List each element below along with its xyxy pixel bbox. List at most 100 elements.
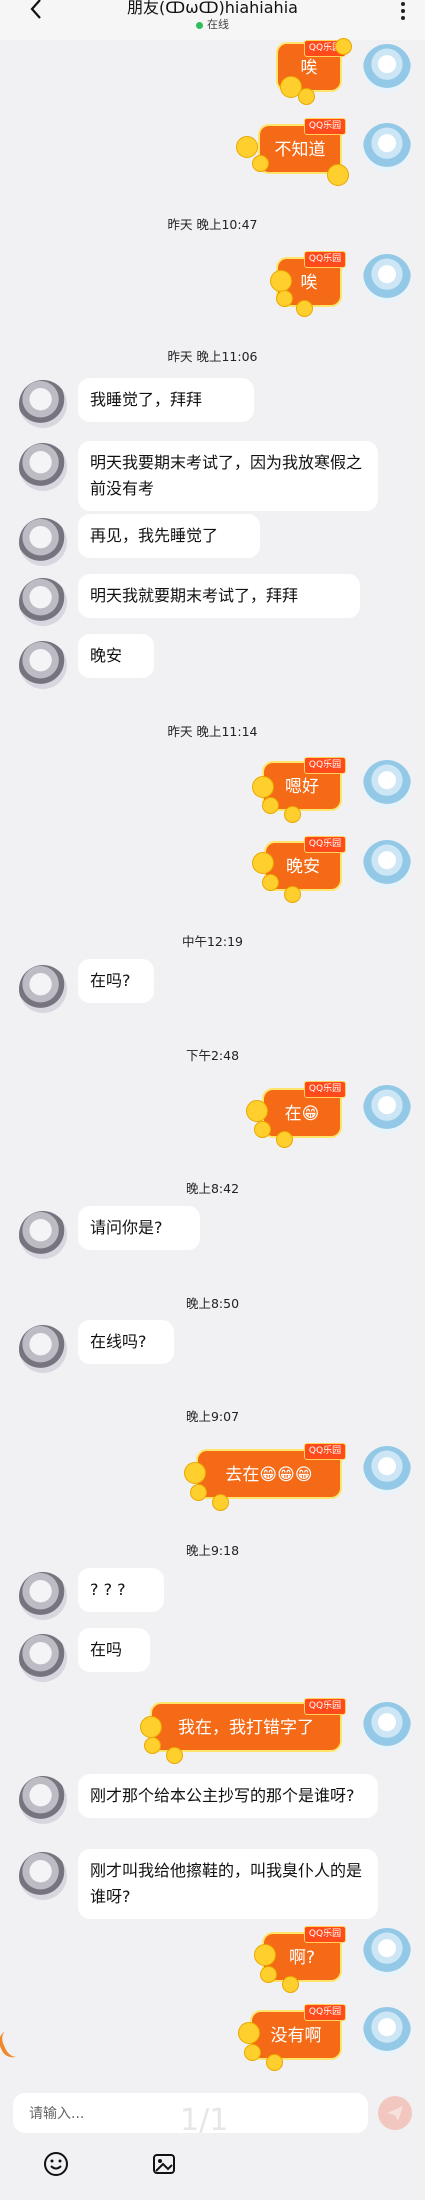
message-text: 明天我要期末考试了，因为我放寒假之前没有考: [90, 453, 363, 498]
my-avatar[interactable]: [363, 1085, 411, 1133]
image-icon[interactable]: [150, 2150, 178, 2178]
page-indicator: 1/1: [180, 2103, 229, 2138]
message-text: 在吗?: [90, 971, 131, 990]
more-vertical-icon[interactable]: [393, 0, 413, 30]
bubble-badge: QQ乐园: [304, 118, 346, 135]
my-avatar[interactable]: [363, 254, 411, 302]
bubble-badge: QQ乐园: [304, 757, 346, 774]
message-text: 请问你是?: [90, 1218, 163, 1237]
coin-icon: [276, 290, 293, 307]
message-text: 刚才叫我给他擦鞋的，叫我臭仆人的是谁呀?: [90, 1861, 363, 1906]
coin-icon: [144, 1737, 161, 1754]
my-avatar[interactable]: [363, 1702, 411, 1750]
message-text: 晚安: [286, 857, 320, 877]
chat-header: 朋友(ↀωↀ)hiahiahia 在线: [0, 0, 425, 40]
coin-icon: [238, 2022, 260, 2044]
message-text: 在😁: [284, 1104, 320, 1124]
chevron-left-icon[interactable]: [22, 0, 62, 26]
coin-icon: [284, 806, 301, 823]
friend-avatar[interactable]: [19, 1852, 67, 1900]
timestamp: 昨天 晚上11:06: [167, 349, 258, 364]
friend-avatar[interactable]: [19, 1776, 67, 1824]
message-text: 再见，我先睡觉了: [90, 526, 219, 545]
coin-icon: [252, 155, 269, 172]
my-avatar[interactable]: [363, 760, 411, 808]
friend-avatar[interactable]: [19, 443, 67, 491]
bubble-badge: QQ乐园: [304, 2004, 346, 2021]
message-text: 不知道: [274, 140, 326, 160]
timestamp: 晚上9:07: [185, 1409, 240, 1424]
message-text: 唉: [300, 58, 318, 78]
emoji-icon[interactable]: [42, 2150, 70, 2178]
message-text: ? ? ?: [90, 1580, 126, 1599]
coin-icon: [236, 136, 258, 158]
coin-icon: [212, 1494, 229, 1511]
friend-avatar[interactable]: [19, 965, 67, 1013]
friend-message-bubble[interactable]: 晚安: [78, 634, 154, 678]
timestamp: 中午12:19: [181, 934, 244, 949]
friend-avatar[interactable]: [19, 641, 67, 689]
coin-icon: [284, 886, 301, 903]
online-status-label: 在线: [207, 18, 229, 31]
my-avatar[interactable]: [363, 44, 411, 92]
friend-avatar[interactable]: [19, 380, 67, 428]
coin-icon: [262, 874, 279, 891]
coin-icon: [254, 1121, 271, 1138]
message-text: 刚才那个给本公主抄写的那个是谁呀?: [90, 1786, 355, 1805]
friend-avatar[interactable]: [19, 518, 67, 566]
coin-icon: [140, 1716, 162, 1738]
bubble-badge: QQ乐园: [304, 836, 346, 853]
input-placeholder: 请输入...: [29, 2106, 85, 2122]
friend-message-bubble[interactable]: 明天我就要期末考试了，拜拜: [78, 574, 360, 618]
message-text: 去在😁😁😁: [225, 1465, 313, 1485]
friend-avatar[interactable]: [19, 1325, 67, 1373]
coin-icon: [252, 852, 274, 874]
my-avatar[interactable]: [363, 2007, 411, 2055]
friend-message-bubble[interactable]: 明天我要期末考试了，因为我放寒假之前没有考: [78, 441, 378, 511]
bubble-badge: QQ乐园: [304, 1081, 346, 1098]
timestamp: 晚上8:42: [185, 1181, 240, 1196]
friend-message-bubble[interactable]: 再见，我先睡觉了: [78, 514, 260, 558]
message-text: 嗯好: [285, 777, 319, 797]
bubble-badge: QQ乐园: [304, 1698, 346, 1715]
friend-message-bubble[interactable]: 在线吗?: [78, 1320, 174, 1364]
coin-icon: [190, 1484, 207, 1501]
message-text: 我在，我打错字了: [178, 1718, 314, 1738]
message-text: 晚安: [90, 646, 123, 665]
coin-icon: [298, 88, 315, 105]
friend-message-bubble[interactable]: 刚才那个给本公主抄写的那个是谁呀?: [78, 1774, 378, 1818]
friend-message-bubble[interactable]: ? ? ?: [78, 1568, 164, 1612]
friend-avatar[interactable]: [19, 578, 67, 626]
my-avatar[interactable]: [363, 1928, 411, 1976]
my-avatar[interactable]: [363, 840, 411, 888]
friend-message-bubble[interactable]: 请问你是?: [78, 1206, 200, 1250]
coin-icon: [282, 1976, 299, 1993]
message-text: 没有啊: [270, 2026, 322, 2046]
friend-message-bubble[interactable]: 在吗?: [78, 959, 154, 1003]
coin-icon: [276, 1131, 293, 1148]
edge-decoration: [0, 2026, 27, 2062]
online-status: 在线: [150, 16, 275, 32]
message-text: 在线吗?: [90, 1332, 147, 1351]
coin-icon: [254, 1944, 276, 1966]
friend-message-bubble[interactable]: 在吗: [78, 1628, 150, 1672]
friend-avatar[interactable]: [19, 1211, 67, 1259]
timestamp: 昨天 晚上10:47: [167, 217, 258, 232]
my-avatar[interactable]: [363, 1446, 411, 1494]
coin-icon: [244, 2044, 261, 2061]
send-button[interactable]: [378, 2096, 412, 2130]
friend-message-bubble[interactable]: 刚才叫我给他擦鞋的，叫我臭仆人的是谁呀?: [78, 1849, 378, 1919]
bubble-badge: QQ乐园: [304, 251, 346, 268]
online-dot-icon: [196, 21, 203, 29]
coin-icon: [266, 2054, 283, 2071]
coin-icon: [296, 300, 313, 317]
message-text: 我睡觉了，拜拜: [90, 390, 203, 409]
friend-avatar[interactable]: [19, 1634, 67, 1682]
timestamp: 晚上9:18: [185, 1543, 240, 1558]
friend-avatar[interactable]: [19, 1572, 67, 1620]
message-text: 在吗: [90, 1640, 123, 1659]
coin-icon: [260, 1966, 277, 1983]
my-avatar[interactable]: [363, 123, 411, 171]
coin-icon: [166, 1747, 183, 1764]
friend-message-bubble[interactable]: 我睡觉了，拜拜: [78, 378, 254, 422]
